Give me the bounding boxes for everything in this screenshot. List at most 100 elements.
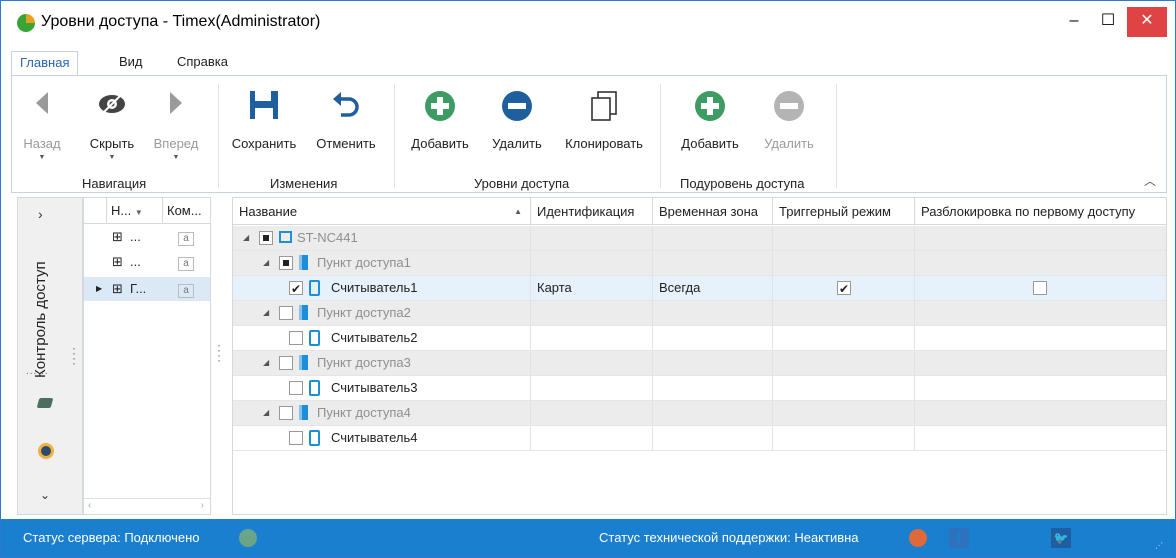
cell-timezone[interactable] (653, 426, 773, 450)
list-item[interactable]: ⊞ ... a (84, 225, 210, 249)
splitter-grip-icon[interactable]: · · · · (72, 342, 76, 369)
cell-first-unlock[interactable] (915, 326, 1166, 350)
cell-trigger[interactable] (773, 326, 915, 350)
cell-timezone[interactable] (653, 226, 773, 250)
table-row[interactable]: Считыватель3 (233, 376, 1166, 401)
cell-name[interactable]: Считыватель3 (233, 376, 531, 400)
table-row[interactable]: Считыватель1 КартаВсегда (233, 276, 1166, 301)
cell-name[interactable]: ◢ ST-NC441 (233, 226, 531, 250)
cell-first-unlock[interactable] (915, 376, 1166, 400)
chevron-down-icon[interactable]: ⌄ (40, 488, 50, 502)
column-header-name[interactable]: Н... ▼ (106, 198, 162, 224)
expand-icon[interactable]: ⊞ (112, 225, 123, 249)
row-checkbox[interactable] (289, 431, 303, 445)
cell-timezone[interactable]: Всегда (653, 276, 773, 300)
collapse-icon[interactable]: ◢ (263, 251, 269, 275)
column-header-comment[interactable]: Ком... (162, 198, 210, 224)
cell-timezone[interactable] (653, 351, 773, 375)
delete-sublevel-button[interactable]: Удалить (754, 80, 824, 160)
collapse-icon[interactable]: ◢ (263, 401, 269, 425)
column-header-name[interactable]: Название ▲ (233, 198, 531, 225)
horizontal-scrollbar[interactable]: ‹ › (84, 498, 210, 514)
cell-identification[interactable] (531, 401, 653, 425)
twitter-icon[interactable]: 🐦 (1051, 528, 1071, 548)
minimize-button[interactable]: – (1055, 7, 1093, 37)
cell-identification[interactable] (531, 301, 653, 325)
cell-timezone[interactable] (653, 251, 773, 275)
row-checkbox[interactable] (279, 406, 293, 420)
cell-first-unlock[interactable] (915, 351, 1166, 375)
list-item[interactable]: ⊞ ... a (84, 250, 210, 274)
expand-icon[interactable]: ⊞ (112, 250, 123, 274)
cell-name[interactable]: ◢ Пункт доступа1 (233, 251, 531, 275)
close-button[interactable]: ✕ (1127, 7, 1167, 37)
cell-identification[interactable] (531, 376, 653, 400)
table-row[interactable]: ◢ Пункт доступа4 (233, 401, 1166, 426)
cell-trigger[interactable] (773, 401, 915, 425)
column-header-first-unlock[interactable]: Разблокировка по первому доступу (915, 198, 1166, 225)
save-button[interactable]: Сохранить (226, 80, 302, 160)
column-header-identification[interactable]: Идентификация (531, 198, 653, 225)
cell-first-unlock[interactable] (915, 401, 1166, 425)
facebook-icon[interactable]: f (949, 528, 969, 548)
scroll-left-icon[interactable]: ‹ (88, 500, 91, 511)
column-header-trigger[interactable]: Триггерный режим (773, 198, 915, 225)
chevron-up-icon[interactable]: ︿ (1144, 172, 1156, 189)
row-checkbox[interactable] (259, 231, 273, 245)
row-checkbox[interactable] (289, 331, 303, 345)
tab-home[interactable]: Главная (11, 51, 79, 76)
splitter-grip-icon[interactable]: · · · · (217, 339, 221, 366)
splitter-grip-icon[interactable]: ...... (26, 366, 49, 377)
cell-trigger[interactable] (773, 251, 915, 275)
cell-name[interactable]: ◢ Пункт доступа3 (233, 351, 531, 375)
row-checkbox[interactable] (289, 381, 303, 395)
collapse-icon[interactable]: ◢ (263, 351, 269, 375)
cell-identification[interactable]: Карта (531, 276, 653, 300)
cell-first-unlock[interactable] (915, 276, 1166, 300)
first-unlock-checkbox[interactable] (1033, 281, 1047, 295)
cell-name[interactable]: ◢ Пункт доступа2 (233, 301, 531, 325)
column-header-timezone[interactable]: Временная зона (653, 198, 773, 225)
cell-trigger[interactable] (773, 376, 915, 400)
cell-name[interactable]: Считыватель4 (233, 426, 531, 450)
tab-help[interactable]: Справка (169, 51, 236, 76)
list-item[interactable]: ▶ ⊞ Г... a (84, 277, 210, 301)
delete-level-button[interactable]: Удалить (484, 80, 550, 160)
device-icon[interactable] (36, 398, 54, 408)
cell-first-unlock[interactable] (915, 251, 1166, 275)
table-row[interactable]: ◢ Пункт доступа3 (233, 351, 1166, 376)
cell-identification[interactable] (531, 326, 653, 350)
cell-name[interactable]: ◢ Пункт доступа4 (233, 401, 531, 425)
forward-button[interactable]: Вперед ▼ (148, 80, 204, 161)
undo-button[interactable]: Отменить (308, 80, 384, 160)
cell-trigger[interactable] (773, 301, 915, 325)
table-row[interactable]: ◢ Пункт доступа2 (233, 301, 1166, 326)
cell-timezone[interactable] (653, 401, 773, 425)
tab-view[interactable]: Вид (111, 51, 151, 76)
cell-timezone[interactable] (653, 326, 773, 350)
collapse-icon[interactable]: ◢ (263, 301, 269, 325)
table-row[interactable]: ◢ ST-NC441 (233, 226, 1166, 251)
scroll-right-icon[interactable]: › (201, 500, 204, 511)
cell-identification[interactable] (531, 351, 653, 375)
cell-trigger[interactable] (773, 226, 915, 250)
cell-identification[interactable] (531, 426, 653, 450)
add-level-button[interactable]: Добавить (402, 80, 478, 160)
access-control-nav-item[interactable]: Контроль доступ (32, 238, 49, 378)
cell-trigger[interactable] (773, 351, 915, 375)
cell-first-unlock[interactable] (915, 226, 1166, 250)
table-row[interactable]: Считыватель2 (233, 326, 1166, 351)
row-checkbox[interactable] (279, 256, 293, 270)
cell-identification[interactable] (531, 251, 653, 275)
cell-identification[interactable] (531, 226, 653, 250)
resize-grip-icon[interactable]: ⋰ (1155, 541, 1163, 550)
cell-timezone[interactable] (653, 376, 773, 400)
table-row[interactable]: Считыватель4 (233, 426, 1166, 451)
hide-button[interactable]: Скрыть ▼ (84, 80, 140, 161)
cell-first-unlock[interactable] (915, 301, 1166, 325)
trigger-checkbox[interactable] (837, 277, 851, 301)
row-checkbox[interactable] (289, 277, 303, 301)
expand-icon[interactable]: ⊞ (112, 277, 123, 301)
add-sublevel-button[interactable]: Добавить (672, 80, 748, 160)
maximize-button[interactable]: ☐ (1089, 7, 1127, 37)
